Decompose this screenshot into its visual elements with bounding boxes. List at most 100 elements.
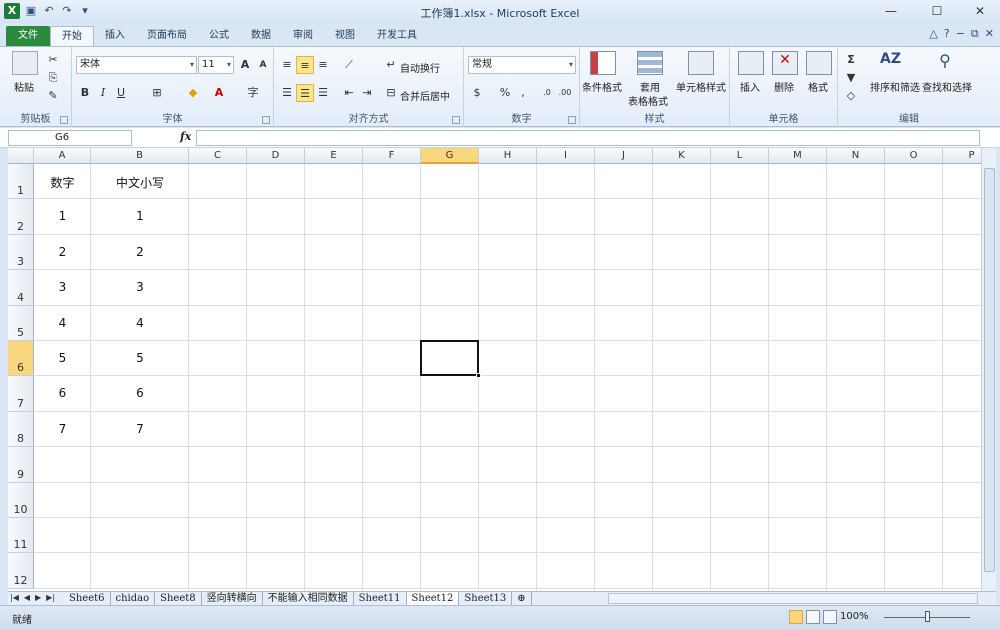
cell-styles-icon[interactable] [688, 51, 714, 75]
row-header-8[interactable]: 8 [8, 411, 34, 448]
tab-review[interactable]: 审阅 [282, 26, 324, 46]
tab-formulas[interactable]: 公式 [198, 26, 240, 46]
sheet-tab-6[interactable]: Sheet12 [406, 592, 460, 605]
select-all-corner[interactable] [8, 148, 34, 164]
number-launcher-icon[interactable] [568, 116, 576, 124]
cell-a5[interactable]: 4 [34, 316, 91, 330]
column-header-p[interactable]: P [943, 148, 981, 164]
sheet-tab-2[interactable]: Sheet8 [155, 592, 202, 605]
formula-input[interactable] [196, 130, 980, 146]
cell-a6[interactable]: 5 [34, 351, 91, 365]
name-box[interactable]: G6 [8, 130, 132, 146]
align-middle-icon[interactable]: ≡ [296, 56, 314, 74]
paste-button[interactable]: 粘贴 [14, 79, 34, 94]
find-select-icon[interactable]: ⚲ [932, 51, 958, 75]
sheet-tab-4[interactable]: 不能输入相同数据 [263, 592, 354, 605]
cell-b3[interactable]: 2 [91, 245, 189, 259]
insert-sheet-icon[interactable]: ⊕ [512, 592, 532, 605]
paste-icon[interactable] [12, 51, 38, 75]
cell-a7[interactable]: 6 [34, 386, 91, 400]
column-header-b[interactable]: B [91, 148, 189, 164]
row-header-6[interactable]: 6 [8, 341, 34, 377]
minimize-button[interactable]: — [868, 0, 914, 22]
cell-a3[interactable]: 2 [34, 245, 91, 259]
row-header-12[interactable]: 12 [8, 553, 34, 589]
font-launcher-icon[interactable] [262, 116, 270, 124]
cell-b1[interactable]: 中文小写 [91, 174, 189, 191]
column-header-c[interactable]: C [189, 148, 247, 164]
cell-a8[interactable]: 7 [34, 422, 91, 436]
italic-button[interactable]: I [94, 84, 112, 102]
cell-b2[interactable]: 1 [91, 209, 189, 223]
accounting-format-icon[interactable]: $ [468, 84, 486, 102]
align-center-icon[interactable]: ☰ [296, 84, 314, 102]
align-bottom-icon[interactable]: ≡ [314, 56, 332, 74]
sort-filter-button[interactable]: 排序和筛选 [870, 79, 920, 94]
next-sheet-icon[interactable]: ▶ [35, 593, 41, 602]
sheet-tab-7[interactable]: Sheet13 [459, 592, 513, 605]
vertical-scroll-thumb[interactable] [984, 168, 995, 572]
column-header-o[interactable]: O [885, 148, 943, 164]
merge-center-button[interactable]: 合并后居中 [400, 88, 450, 103]
page-layout-view-icon[interactable] [806, 610, 820, 624]
column-header-i[interactable]: I [537, 148, 595, 164]
column-header-m[interactable]: M [769, 148, 827, 164]
fill-handle[interactable] [476, 373, 481, 379]
format-cells-icon[interactable] [806, 51, 832, 75]
maximize-button[interactable]: ☐ [914, 0, 960, 22]
fill-color-icon[interactable]: ◆ [184, 84, 202, 102]
tab-data[interactable]: 数据 [240, 26, 282, 46]
tab-page-layout[interactable]: 页面布局 [136, 26, 198, 46]
format-as-table-icon[interactable] [637, 51, 663, 75]
workbook-restore-icon[interactable]: ⧉ [971, 27, 979, 41]
column-header-a[interactable]: A [34, 148, 91, 164]
column-header-d[interactable]: D [247, 148, 305, 164]
wrap-text-button[interactable]: 自动换行 [400, 60, 440, 75]
font-size-combo[interactable]: 11 ▾ [198, 56, 234, 74]
sort-filter-icon[interactable]: AZ [880, 51, 906, 75]
workbook-close-icon[interactable]: ✕ [985, 27, 994, 41]
row-header-4[interactable]: 4 [8, 270, 34, 306]
column-header-j[interactable]: J [595, 148, 653, 164]
page-break-view-icon[interactable] [823, 610, 837, 624]
shrink-font-icon[interactable]: A [254, 56, 272, 74]
cell-a1[interactable]: 数字 [34, 174, 91, 191]
row-header-1[interactable]: 1 [8, 164, 34, 200]
increase-indent-icon[interactable]: ⇥ [358, 84, 376, 102]
cell-a4[interactable]: 3 [34, 280, 91, 294]
normal-view-icon[interactable] [789, 610, 803, 624]
cell-styles-button[interactable]: 单元格样式 [676, 79, 726, 94]
help-icon[interactable]: ? [944, 27, 950, 41]
find-select-button[interactable]: 查找和选择 [922, 79, 972, 94]
insert-cells-button[interactable]: 插入 [740, 79, 760, 94]
worksheet-grid[interactable]: A B C D E F G H I J K L M N O P 1 2 3 4 5 6 7 8 9 10 11 12 数字 中文小写 1 1 2… [8, 148, 981, 591]
decrease-decimal-icon[interactable]: .00 [556, 84, 574, 102]
format-as-table-button[interactable]: 套用 [640, 79, 660, 94]
prev-sheet-icon[interactable]: ◀ [24, 593, 30, 602]
column-header-f[interactable]: F [363, 148, 421, 164]
row-header-11[interactable]: 11 [8, 518, 34, 554]
format-cells-button[interactable]: 格式 [808, 79, 828, 94]
zoom-slider-knob[interactable] [925, 611, 930, 622]
row-header-2[interactable]: 2 [8, 199, 34, 235]
clipboard-launcher-icon[interactable] [60, 116, 68, 124]
horizontal-scrollbar[interactable] [608, 593, 978, 604]
workbook-minimize-icon[interactable]: − [956, 27, 965, 41]
phonetic-icon[interactable]: 字 [244, 84, 262, 102]
clear-icon[interactable]: ◇ [842, 87, 860, 105]
column-header-h[interactable]: H [479, 148, 537, 164]
column-header-l[interactable]: L [711, 148, 769, 164]
cell-b4[interactable]: 3 [91, 280, 189, 294]
align-left-icon[interactable]: ☰ [278, 84, 296, 102]
conditional-format-button[interactable]: 条件格式 [582, 79, 622, 94]
alignment-launcher-icon[interactable] [452, 116, 460, 124]
increase-decimal-icon[interactable]: .0 [538, 84, 556, 102]
delete-cells-icon[interactable]: ✕ [772, 51, 798, 75]
ribbon-minimize-icon[interactable]: △ [929, 27, 937, 41]
zoom-level[interactable]: 100% [840, 611, 869, 622]
autosum-icon[interactable]: Σ [842, 51, 860, 69]
row-header-7[interactable]: 7 [8, 376, 34, 412]
fill-icon[interactable]: ▼ [842, 69, 860, 87]
row-header-5[interactable]: 5 [8, 305, 34, 341]
row-header-10[interactable]: 10 [8, 482, 34, 518]
